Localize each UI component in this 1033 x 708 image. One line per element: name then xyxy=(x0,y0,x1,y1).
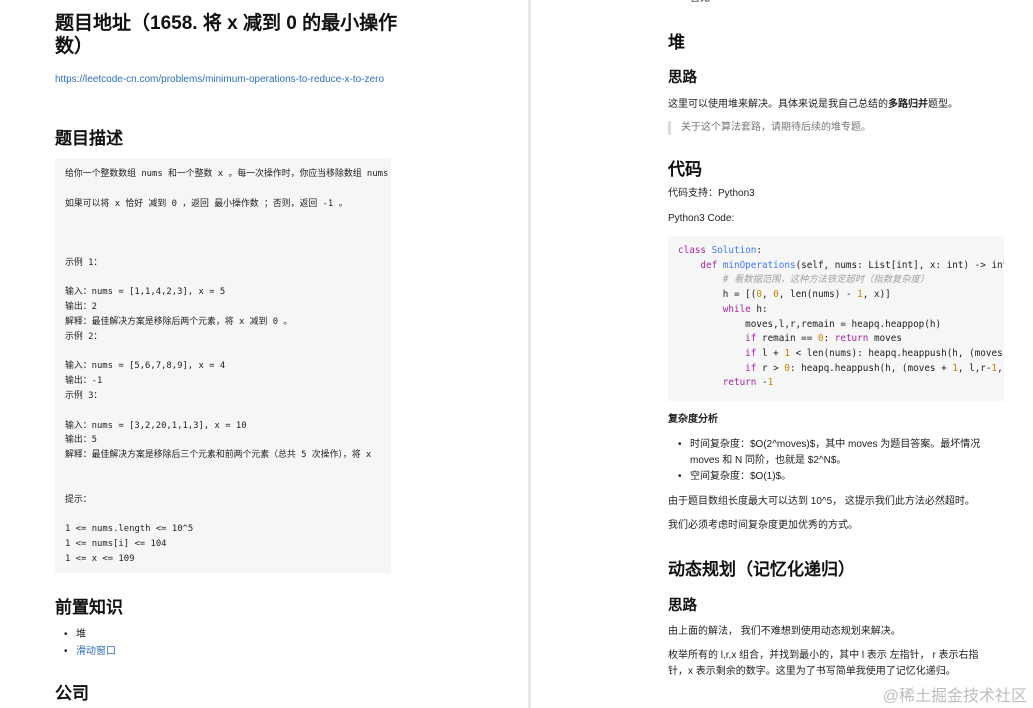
idea-text-start: 这里可以使用堆来解决。具体来说是我自己总结的 xyxy=(668,99,888,110)
watermark: @稀土掘金技术社区 xyxy=(882,688,1027,705)
dp-idea-heading: 思路 xyxy=(668,598,697,614)
code-text: class Solution: def minOperations(self, … xyxy=(678,245,1004,389)
dp-heading: 动态规划（记忆化递归） xyxy=(668,560,855,579)
complexity-list: 时间复杂度：$O(2^moves)$，其中 moves 为题目答案。最坏情况 m… xyxy=(676,437,1006,485)
description-heading: 题目描述 xyxy=(55,129,123,148)
code-label: Python3 Code: xyxy=(668,213,735,224)
complexity-heading: 复杂度分析 xyxy=(668,414,718,425)
prereq-item-sliding-window[interactable]: 滑动窗口 xyxy=(62,643,116,660)
prereq-item-heap: 堆 xyxy=(62,626,116,643)
code-heading: 代码 xyxy=(668,160,702,179)
description-text: 给你一个整数数组 nums 和一个整数 x 。每一次操作时，你应当移除数组 nu… xyxy=(65,169,389,564)
company-heading: 公司 xyxy=(55,684,89,703)
paragraph-timeout: 由于题目数组长度最大可以达到 10^5， 这提示我们此方法必然超时。 xyxy=(668,496,975,507)
complexity-time: 时间复杂度：$O(2^moves)$，其中 moves 为题目答案。最坏情况 m… xyxy=(676,437,1006,469)
prereq-list: 堆 滑动窗口 xyxy=(62,626,116,660)
right-page: 暂无 堆 思路 这里可以使用堆来解决。具体来说是我自己总结的多路归并题型。 关于… xyxy=(531,0,1033,708)
complexity-space: 空间复杂度：$O(1)$。 xyxy=(676,469,1006,485)
idea-heading: 思路 xyxy=(668,70,697,86)
quote-block: 关于这个算法套路，请期待后续的堆专题。 xyxy=(668,121,871,135)
code-support: 代码支持：Python3 xyxy=(668,188,755,199)
problem-link[interactable]: https://leetcode-cn.com/problems/minimum… xyxy=(55,72,385,88)
company-list: 暂无 xyxy=(676,0,710,6)
prereq-heading: 前置知识 xyxy=(55,598,123,617)
dp-paragraph-2: 枚举所有的 l,r,x 组合，并找到最小的，其中 l 表示 左指针， r 表示右… xyxy=(668,650,979,677)
heap-heading: 堆 xyxy=(668,33,685,52)
idea-text-bold: 多路归并 xyxy=(888,99,928,110)
left-page: 题目地址（1658. 将 x 减到 0 的最小操作数） https://leet… xyxy=(0,0,528,708)
idea-text-end: 题型。 xyxy=(928,99,958,110)
page-title: 题目地址（1658. 将 x 减到 0 的最小操作数） xyxy=(55,13,398,57)
code-block[interactable]: class Solution: def minOperations(self, … xyxy=(668,236,1004,401)
dp-paragraph-1: 由上面的解法， 我们不难想到使用动态规划来解决。 xyxy=(668,626,901,637)
description-block[interactable]: 给你一个整数数组 nums 和一个整数 x 。每一次操作时，你应当移除数组 nu… xyxy=(55,158,391,573)
idea-text: 这里可以使用堆来解决。具体来说是我自己总结的多路归并题型。 xyxy=(668,97,958,113)
company-item: 暂无 xyxy=(676,0,710,6)
paragraph-better: 我们必须考虑时间复杂度更加优秀的方式。 xyxy=(668,520,858,531)
